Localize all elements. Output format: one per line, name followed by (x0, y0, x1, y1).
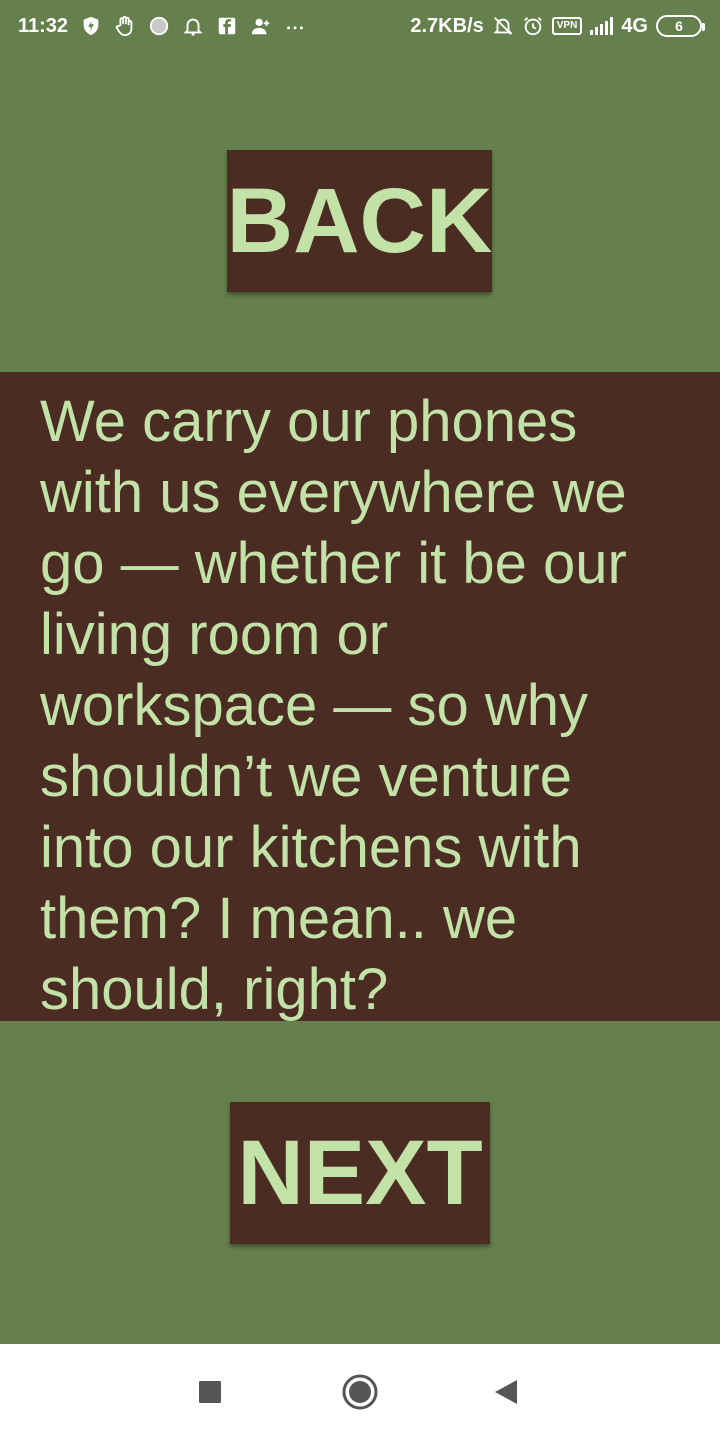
more-dots-icon (284, 15, 306, 37)
spinner-icon (148, 15, 170, 37)
facebook-icon (216, 15, 238, 37)
network-speed: 2.7KB/s (410, 14, 484, 37)
content-panel: We carry our phones with us everywhere w… (0, 372, 720, 1022)
battery-icon: 6 (656, 15, 705, 37)
bell-icon (182, 15, 204, 37)
recent-apps-icon[interactable] (190, 1372, 230, 1412)
back-icon[interactable] (486, 1372, 526, 1412)
network-type: 4G (621, 14, 648, 37)
alarm-icon (522, 15, 544, 37)
next-button[interactable]: NEXT (230, 1102, 490, 1244)
vpn-badge: VPN (551, 17, 583, 35)
status-time: 11:32 (18, 14, 69, 37)
hand-icon (114, 15, 136, 37)
home-icon[interactable] (340, 1372, 380, 1412)
add-person-icon (250, 15, 272, 37)
content-text: We carry our phones with us everywhere w… (40, 389, 627, 1022)
signal-icon (590, 17, 614, 35)
status-bar: 11:32 2.7KB/s VPN 4G 6 (0, 0, 720, 52)
bell-muted-icon (492, 15, 514, 37)
navigation-bar (0, 1344, 720, 1440)
shield-bolt-icon (80, 15, 102, 37)
back-button[interactable]: BACK (227, 150, 492, 292)
battery-level: 6 (675, 18, 683, 34)
